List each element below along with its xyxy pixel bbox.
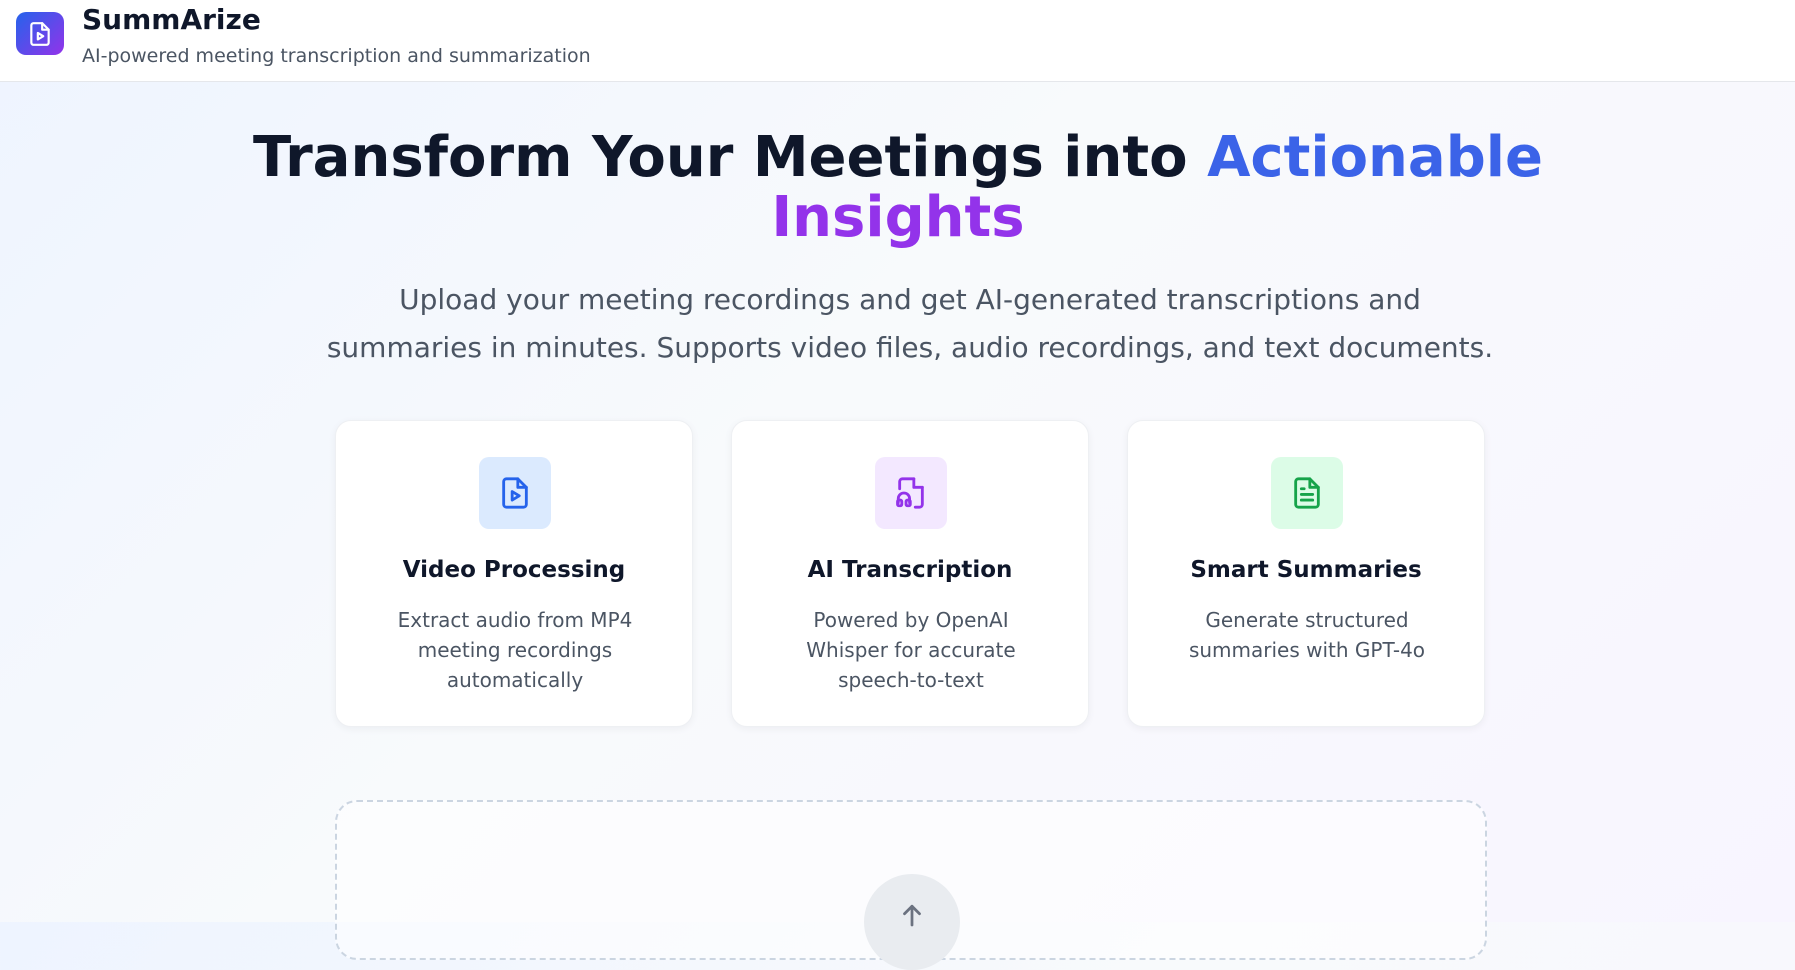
- feature-card-video: Video Processing Extract audio from MP4 …: [335, 420, 693, 727]
- app-logo[interactable]: [16, 12, 64, 55]
- file-audio-icon: [896, 477, 924, 509]
- feature-card-transcription: AI Transcription Powered by OpenAI Whisp…: [731, 420, 1089, 727]
- upload-button[interactable]: [864, 874, 960, 970]
- hero-title-accent-2: Insights: [771, 185, 1025, 250]
- hero-title-main: Transform Your Meetings into: [253, 125, 1208, 190]
- feature-title: Video Processing: [402, 557, 626, 583]
- feature-card-summaries: Smart Summaries Generate structured summ…: [1127, 420, 1485, 727]
- feature-description: Generate structured summaries with GPT-4…: [1188, 608, 1426, 662]
- feature-icon-box: [875, 457, 947, 529]
- arrow-up-icon: [903, 904, 921, 927]
- feature-icon-box: [479, 457, 551, 529]
- hero-description: Upload your meeting recordings and get A…: [326, 283, 1494, 364]
- hero-title-accent: Actionable: [1207, 125, 1543, 190]
- hero-title: Transform Your Meetings into Actionable …: [0, 128, 1795, 248]
- file-text-icon: [1294, 477, 1320, 509]
- feature-description: Powered by OpenAI Whisper for accurate s…: [806, 608, 1016, 692]
- feature-title: Smart Summaries: [1190, 557, 1422, 583]
- app-title: SummArize: [82, 3, 261, 36]
- file-video-icon: [502, 477, 528, 509]
- upload-drop-zone[interactable]: [335, 800, 1487, 970]
- app-subtitle: AI-powered meeting transcription and sum…: [82, 45, 591, 67]
- feature-description: Extract audio from MP4 meeting recording…: [397, 608, 633, 692]
- feature-icon-box: [1271, 457, 1343, 529]
- file-video-icon: [30, 21, 50, 46]
- app-header: SummArize AI-powered meeting transcripti…: [0, 0, 1795, 82]
- feature-title: AI Transcription: [807, 557, 1013, 583]
